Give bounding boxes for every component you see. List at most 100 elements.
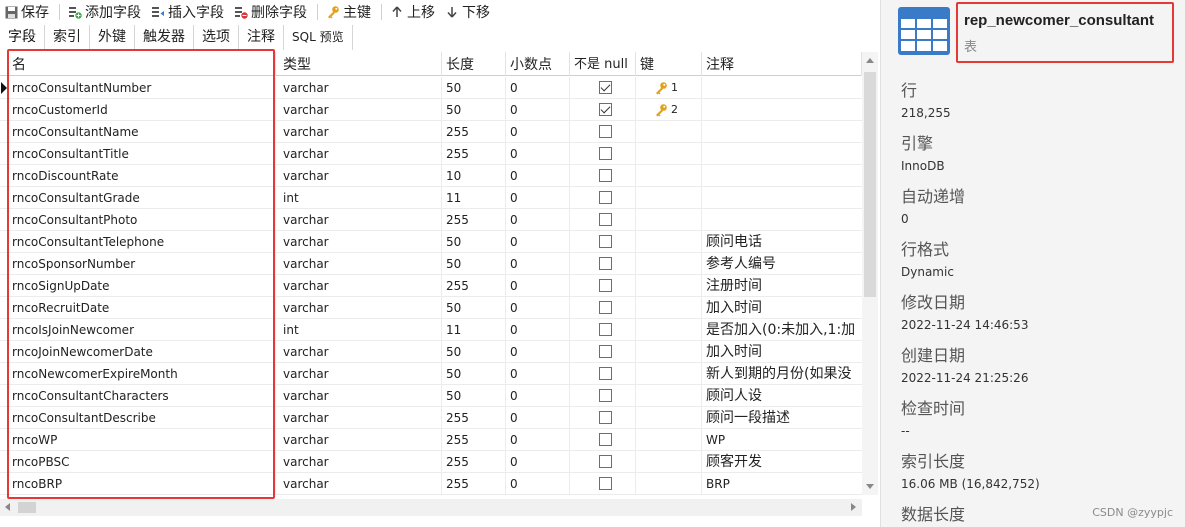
field-type[interactable]: varchar — [279, 77, 442, 99]
field-decimals[interactable]: 0 — [506, 165, 570, 187]
field-decimals[interactable]: 0 — [506, 363, 570, 385]
move-down-button[interactable]: 下移 — [441, 0, 496, 24]
field-decimals[interactable]: 0 — [506, 77, 570, 99]
field-key-cell[interactable] — [636, 429, 702, 451]
field-length[interactable]: 255 — [442, 209, 506, 231]
field-length[interactable]: 50 — [442, 77, 506, 99]
field-type[interactable]: varchar — [279, 407, 442, 429]
field-decimals[interactable]: 0 — [506, 275, 570, 297]
column-header-decimals[interactable]: 小数点 — [506, 52, 570, 76]
not-null-checkbox[interactable] — [599, 411, 612, 424]
field-comment[interactable]: 加入时间 — [702, 341, 862, 363]
field-key-cell[interactable] — [636, 341, 702, 363]
not-null-checkbox[interactable] — [599, 345, 612, 358]
field-length[interactable]: 255 — [442, 407, 506, 429]
field-comment[interactable]: 顾客开发 — [702, 451, 862, 473]
not-null-checkbox[interactable] — [599, 257, 612, 270]
field-type[interactable]: int — [279, 187, 442, 209]
field-comment[interactable] — [702, 121, 862, 143]
field-comment[interactable] — [702, 143, 862, 165]
field-comment[interactable] — [702, 165, 862, 187]
not-null-checkbox[interactable] — [599, 301, 612, 314]
field-key-cell[interactable] — [636, 209, 702, 231]
tab-sql-preview[interactable]: SQL 预览 — [284, 25, 353, 50]
column-header-key[interactable]: 键 — [636, 52, 702, 76]
not-null-checkbox[interactable] — [599, 323, 612, 336]
not-null-checkbox[interactable] — [599, 147, 612, 160]
horizontal-scroll-thumb[interactable] — [18, 502, 36, 513]
field-key-cell[interactable] — [636, 275, 702, 297]
field-length[interactable]: 255 — [442, 451, 506, 473]
field-decimals[interactable]: 0 — [506, 451, 570, 473]
column-header-comment[interactable]: 注释 — [702, 52, 862, 76]
tab-fields[interactable]: 字段 — [0, 25, 45, 50]
field-comment[interactable]: 顾问电话 — [702, 231, 862, 253]
field-length[interactable]: 11 — [442, 187, 506, 209]
field-comment[interactable]: 顾问人设 — [702, 385, 862, 407]
field-key-cell[interactable] — [636, 363, 702, 385]
field-decimals[interactable]: 0 — [506, 231, 570, 253]
field-length[interactable]: 50 — [442, 99, 506, 121]
scroll-up-arrow-icon[interactable] — [866, 58, 874, 63]
field-comment[interactable] — [702, 99, 862, 121]
primary-key-button[interactable]: 主键 — [322, 0, 377, 24]
scroll-left-arrow-icon[interactable] — [5, 503, 10, 511]
field-comment[interactable]: 是否加入(0:未加入,1:加 — [702, 319, 862, 341]
field-type[interactable]: varchar — [279, 429, 442, 451]
field-decimals[interactable]: 0 — [506, 385, 570, 407]
field-key-cell[interactable] — [636, 297, 702, 319]
vertical-scroll-thumb[interactable] — [864, 72, 876, 297]
field-comment[interactable]: 加入时间 — [702, 297, 862, 319]
field-comment[interactable] — [702, 77, 862, 99]
not-null-checkbox[interactable] — [599, 81, 612, 94]
field-decimals[interactable]: 0 — [506, 429, 570, 451]
delete-field-button[interactable]: 删除字段 — [230, 0, 313, 24]
field-length[interactable]: 255 — [442, 143, 506, 165]
field-type[interactable]: varchar — [279, 275, 442, 297]
field-type[interactable]: varchar — [279, 121, 442, 143]
column-header-type[interactable]: 类型 — [279, 52, 442, 76]
field-type[interactable]: varchar — [279, 297, 442, 319]
not-null-checkbox[interactable] — [599, 191, 612, 204]
field-length[interactable]: 255 — [442, 429, 506, 451]
field-decimals[interactable]: 0 — [506, 297, 570, 319]
field-decimals[interactable]: 0 — [506, 341, 570, 363]
column-header-length[interactable]: 长度 — [442, 52, 506, 76]
not-null-checkbox[interactable] — [599, 367, 612, 380]
field-decimals[interactable]: 0 — [506, 473, 570, 495]
field-type[interactable]: varchar — [279, 99, 442, 121]
field-decimals[interactable]: 0 — [506, 209, 570, 231]
not-null-checkbox[interactable] — [599, 279, 612, 292]
field-type[interactable]: int — [279, 319, 442, 341]
field-key-cell[interactable] — [636, 253, 702, 275]
field-length[interactable]: 255 — [442, 473, 506, 495]
field-key-cell[interactable] — [636, 165, 702, 187]
field-comment[interactable]: 参考人编号 — [702, 253, 862, 275]
field-length[interactable]: 50 — [442, 385, 506, 407]
field-comment[interactable]: BRP — [702, 473, 862, 495]
field-comment[interactable]: 注册时间 — [702, 275, 862, 297]
tab-comment[interactable]: 注释 — [239, 25, 284, 50]
field-type[interactable]: varchar — [279, 473, 442, 495]
field-length[interactable]: 50 — [442, 363, 506, 385]
field-length[interactable]: 50 — [442, 253, 506, 275]
field-type[interactable]: varchar — [279, 165, 442, 187]
not-null-checkbox[interactable] — [599, 125, 612, 138]
field-key-cell[interactable] — [636, 121, 702, 143]
field-decimals[interactable]: 0 — [506, 253, 570, 275]
save-button[interactable]: 保存 — [0, 0, 55, 24]
field-decimals[interactable]: 0 — [506, 187, 570, 209]
field-type[interactable]: varchar — [279, 231, 442, 253]
field-decimals[interactable]: 0 — [506, 99, 570, 121]
field-key-cell[interactable] — [636, 407, 702, 429]
scroll-right-arrow-icon[interactable] — [851, 503, 856, 511]
not-null-checkbox[interactable] — [599, 213, 612, 226]
field-decimals[interactable]: 0 — [506, 407, 570, 429]
field-key-cell[interactable] — [636, 473, 702, 495]
field-decimals[interactable]: 0 — [506, 319, 570, 341]
field-type[interactable]: varchar — [279, 341, 442, 363]
not-null-checkbox[interactable] — [599, 169, 612, 182]
vertical-scrollbar[interactable] — [862, 52, 878, 495]
not-null-checkbox[interactable] — [599, 455, 612, 468]
field-comment[interactable]: WP — [702, 429, 862, 451]
